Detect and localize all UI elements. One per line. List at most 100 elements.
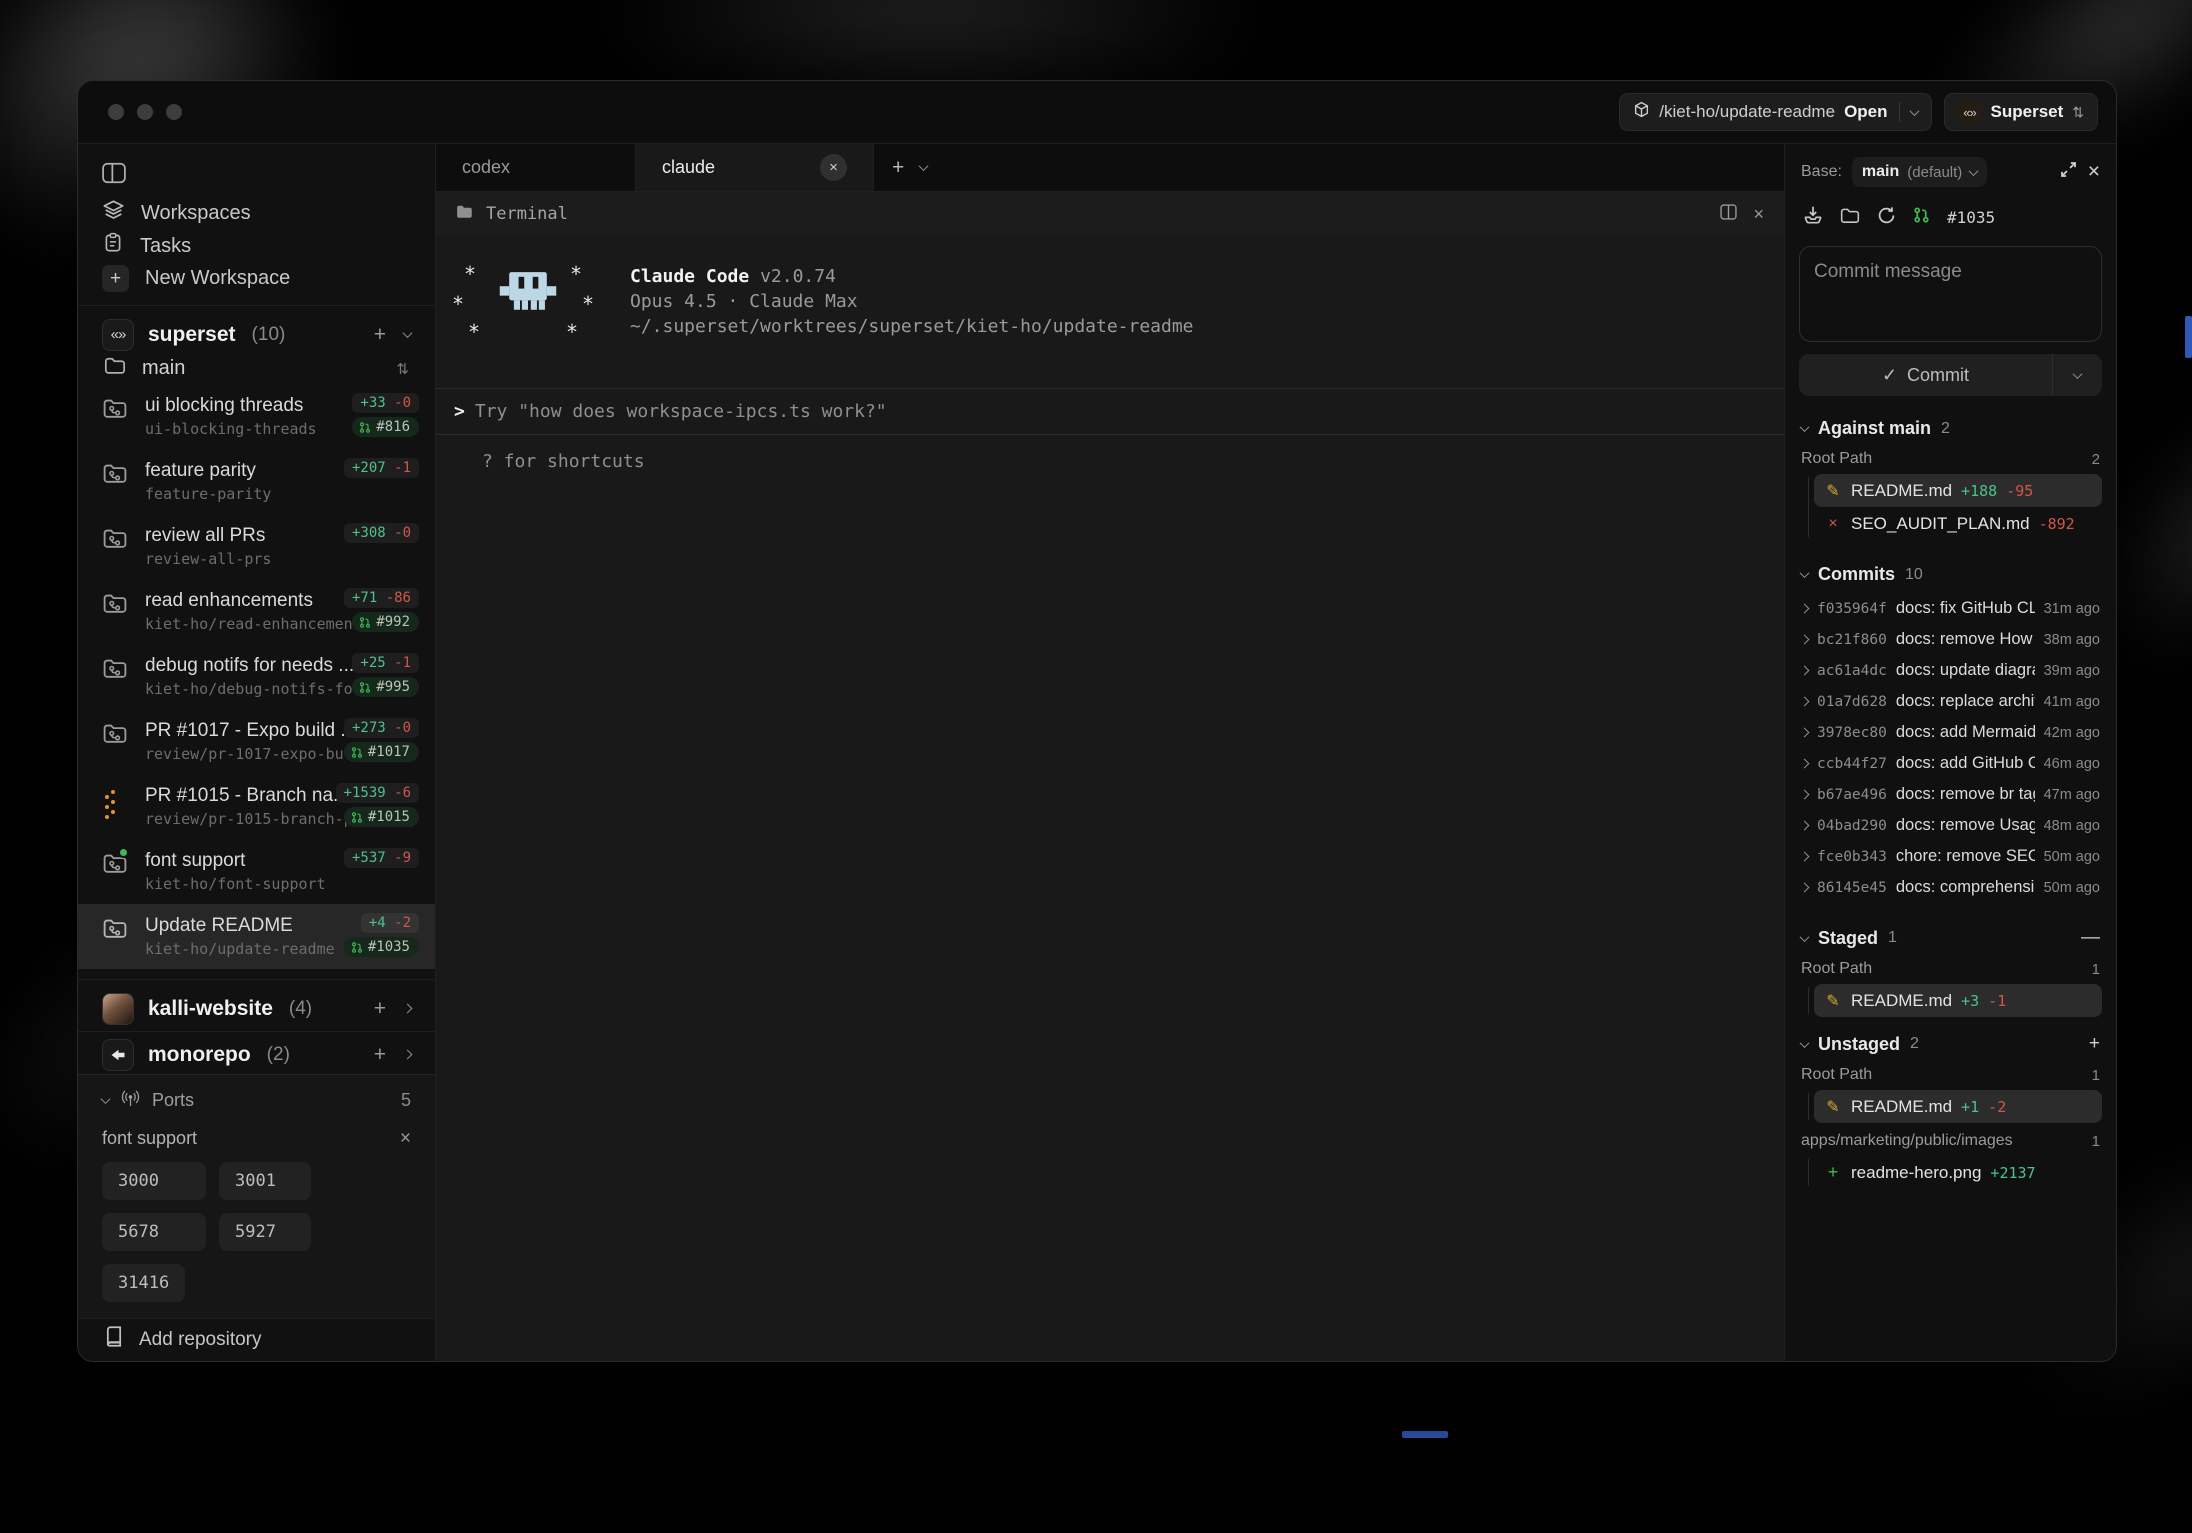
minimize-window-button[interactable] — [137, 104, 153, 120]
port-group: font support × — [102, 1128, 411, 1150]
tab-label: claude — [662, 157, 715, 178]
file-row[interactable]: × SEO_AUDIT_PLAN.md -892 — [1814, 507, 2102, 540]
commit-options-dropdown[interactable] — [2052, 354, 2102, 396]
workspace-item[interactable]: font support kiet-ho/font-support +537 -… — [78, 839, 435, 904]
sidebar-item-tasks[interactable]: Tasks — [78, 230, 435, 263]
file-row[interactable]: ✎ README.md +188 -95 — [1814, 474, 2102, 507]
pr-number[interactable]: #1035 — [1947, 208, 1995, 227]
port-group-label: font support — [102, 1128, 197, 1149]
workspace-item-selected[interactable]: Update README kiet-ho/update-readme +4 -… — [78, 904, 435, 969]
port-chip[interactable]: 5678 — [102, 1213, 206, 1251]
split-view-icon[interactable] — [1720, 204, 1737, 225]
worktree-icon — [102, 848, 132, 881]
close-tab-icon[interactable]: × — [820, 154, 847, 181]
commit-row[interactable]: bc21f860 docs: remove How I... 38m ago — [1799, 624, 2102, 655]
zoom-window-button[interactable] — [166, 104, 182, 120]
branch-row-main[interactable]: main ⇅ — [78, 353, 435, 384]
unstage-all-icon[interactable]: — — [2081, 927, 2100, 949]
sidebar-item-workspaces[interactable]: Workspaces — [78, 197, 435, 230]
window-controls[interactable] — [108, 104, 182, 120]
commit-button[interactable]: ✓ Commit — [1799, 354, 2102, 396]
sidebar-toggle-icon[interactable] — [102, 171, 126, 188]
repository-icon — [104, 1326, 124, 1353]
port-chip[interactable]: 31416 — [102, 1264, 185, 1302]
workspace-item[interactable]: PR #1017 - Expo build ... review/pr-1017… — [78, 709, 435, 774]
chevron-down-icon[interactable] — [101, 1094, 111, 1104]
close-window-button[interactable] — [108, 104, 124, 120]
tab-codex[interactable]: codex — [436, 144, 636, 191]
workspace-item[interactable]: debug notifs for needs ... kiet-ho/debug… — [78, 644, 435, 709]
diff-badge: +1539 -6 — [336, 783, 419, 803]
add-workspace-icon[interactable]: + — [374, 323, 386, 347]
open-label[interactable]: Open — [1844, 102, 1887, 122]
workspace-item[interactable]: read enhancements kiet-ho/read-enhanceme… — [78, 579, 435, 644]
expand-icon[interactable] — [2059, 160, 2078, 184]
repo-header-superset[interactable]: «» superset (10) + — [78, 316, 435, 354]
commit-row[interactable]: b67ae496 docs: remove br tag... 47m ago — [1799, 779, 2102, 810]
new-tab-icon[interactable]: + — [892, 156, 904, 180]
sidebar-item-new-workspace[interactable]: + New Workspace — [78, 262, 435, 295]
ports-header[interactable]: Ports 5 — [102, 1089, 411, 1112]
port-chips: 3000 3001 5678 5927 31416 — [102, 1162, 362, 1302]
pull-request-icon[interactable] — [1913, 206, 1930, 229]
file-row[interactable]: ✎ README.md +3 -1 — [1814, 984, 2102, 1017]
commit-row[interactable]: fce0b343 chore: remove SEO... 50m ago — [1799, 841, 2102, 872]
workspace-item[interactable]: ui blocking threads ui-blocking-threads … — [78, 384, 435, 449]
close-icon[interactable]: × — [2088, 160, 2100, 184]
stash-icon[interactable] — [1803, 205, 1823, 230]
pr-badge: #992 — [352, 612, 419, 632]
model-line: Opus 4.5 · Claude Max — [630, 289, 1194, 314]
file-name: readme-hero.png — [1851, 1163, 1981, 1183]
chevron-right-icon[interactable] — [403, 1004, 413, 1014]
section-commits[interactable]: Commits 10 — [1799, 554, 2102, 593]
chevron-right-icon[interactable] — [403, 1050, 413, 1060]
commit-row[interactable]: 86145e45 docs: comprehensi... 50m ago — [1799, 872, 2102, 903]
chevron-right-icon — [1800, 728, 1810, 738]
git-sections[interactable]: Against main 2 Root Path 2 ✎ README.md +… — [1785, 400, 2116, 1361]
section-unstaged[interactable]: Unstaged 2 + — [1799, 1023, 2102, 1063]
commit-row[interactable]: 04bad290 docs: remove Usag... 48m ago — [1799, 810, 2102, 841]
commit-message-input[interactable] — [1799, 246, 2102, 342]
app-switcher-pill[interactable]: «» Superset ⇅ — [1944, 93, 2098, 131]
port-chip[interactable]: 3000 — [102, 1162, 206, 1200]
commit-row[interactable]: f035964f docs: fix GitHub CLI... 31m ago — [1799, 593, 2102, 624]
chevron-down-icon[interactable] — [403, 328, 413, 338]
prompt-input[interactable]: >Try "how does workspace-ipcs.ts work?" — [436, 388, 1784, 435]
tab-claude[interactable]: claude × — [636, 144, 874, 191]
sort-icon[interactable]: ⇅ — [396, 360, 409, 378]
workspace-item[interactable]: PR #1015 - Branch na... review/pr-1015-b… — [78, 774, 435, 839]
add-repository-button[interactable]: Add repository — [78, 1318, 435, 1361]
repo-header-monorepo[interactable]: monorepo (2) + — [78, 1036, 435, 1074]
stage-all-icon[interactable]: + — [2089, 1033, 2100, 1055]
plus-icon: + — [102, 265, 129, 292]
add-workspace-icon[interactable]: + — [374, 1043, 386, 1067]
port-chip[interactable]: 3001 — [219, 1162, 311, 1200]
folder-icon[interactable] — [1840, 207, 1860, 229]
workspace-item[interactable]: review all PRs review-all-prs +308 -0 — [78, 514, 435, 579]
wallpaper-accent — [2185, 316, 2192, 358]
base-branch-select[interactable]: main (default) — [1852, 157, 1987, 187]
commit-row[interactable]: ac61a4dc docs: update diagra... 39m ago — [1799, 655, 2102, 686]
shortcuts-hint: ? for shortcuts — [436, 435, 1784, 472]
worktree-open-pill[interactable]: /kiet-ho/update-readme Open — [1619, 93, 1931, 131]
commit-row[interactable]: 01a7d628 docs: replace archit... 41m ago — [1799, 686, 2102, 717]
commit-row[interactable]: ccb44f27 docs: add GitHub C... 46m ago — [1799, 748, 2102, 779]
cube-icon — [1633, 101, 1650, 123]
file-row[interactable]: ✎ README.md +1 -2 — [1814, 1090, 2102, 1123]
commit-row[interactable]: 3978ec80 docs: add Mermaid ... 42m ago — [1799, 717, 2102, 748]
monorepo-logo-icon — [102, 1039, 134, 1071]
close-icon[interactable]: × — [400, 1128, 411, 1150]
repo-header-kalli-website[interactable]: kalli-website (4) + — [78, 990, 435, 1028]
chevron-down-icon[interactable] — [1909, 106, 1919, 116]
claude-robot-icon: * * * * * * — [452, 260, 604, 348]
add-workspace-icon[interactable]: + — [374, 997, 386, 1021]
terminal-body[interactable]: * * * * * * — [436, 236, 1784, 1361]
workspace-item[interactable]: feature parity feature-parity +207 -1 — [78, 449, 435, 514]
section-staged[interactable]: Staged 1 — — [1799, 917, 2102, 957]
chevron-down-icon[interactable] — [919, 161, 929, 171]
close-panel-icon[interactable]: × — [1753, 204, 1764, 225]
file-row[interactable]: + readme-hero.png +2137 — [1814, 1156, 2102, 1189]
port-chip[interactable]: 5927 — [219, 1213, 311, 1251]
refresh-icon[interactable] — [1877, 206, 1896, 230]
section-against-main[interactable]: Against main 2 — [1799, 408, 2102, 447]
